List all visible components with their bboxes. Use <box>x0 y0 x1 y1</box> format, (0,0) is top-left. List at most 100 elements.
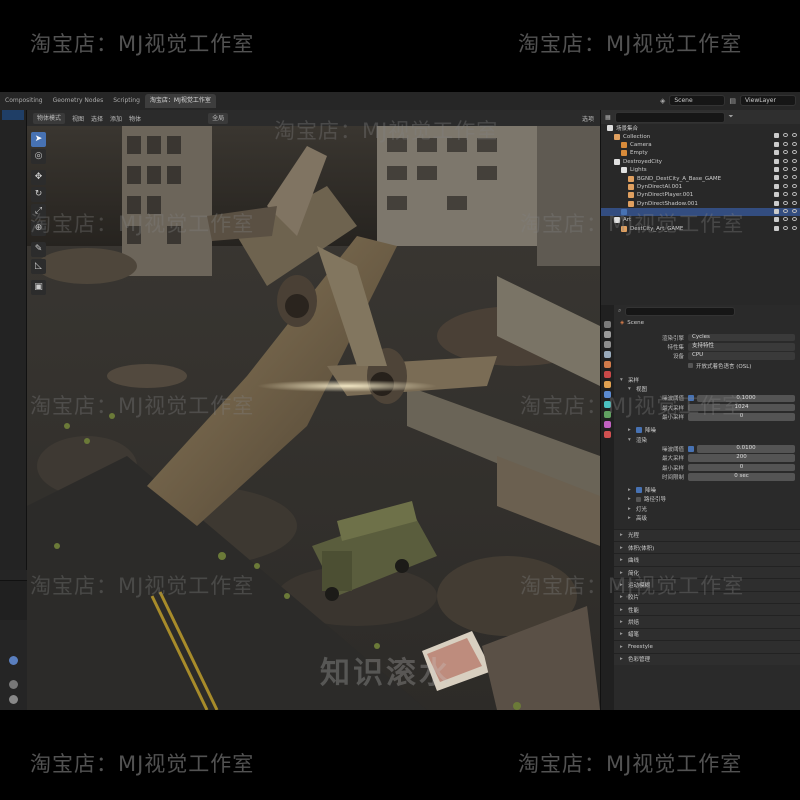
scene-selector[interactable]: Scene <box>669 95 726 106</box>
3d-viewport[interactable]: ➤ ◎ ✥ ↻ ⤢ ⊕ ✎ ◺ ▣ <box>27 126 600 710</box>
camera-icon[interactable] <box>792 183 797 188</box>
tab-compositing[interactable]: Compositing <box>0 94 48 108</box>
output-tab-icon[interactable] <box>604 341 611 348</box>
visibility-toggles[interactable] <box>774 150 797 156</box>
lights-subpanel-header[interactable]: ▸ 灯光 <box>614 504 800 513</box>
device-dropdown[interactable]: CPU <box>688 352 795 360</box>
outliner-row[interactable]: Lights <box>601 166 800 174</box>
properties-section-header[interactable]: ▸ 蜡笔 <box>614 627 800 641</box>
include-checkbox[interactable] <box>774 133 779 139</box>
texture-tab-icon[interactable] <box>604 431 611 438</box>
outliner-row[interactable]: DestCity_Art_GAME <box>601 225 800 233</box>
eye-icon[interactable] <box>783 133 788 138</box>
particles-tab-icon[interactable] <box>604 401 611 408</box>
move-icon[interactable]: ✥ <box>31 170 46 185</box>
scale-icon[interactable]: ⤢ <box>31 204 46 219</box>
render-time-limit-field[interactable]: 0 sec <box>688 473 795 481</box>
feature-set-dropdown[interactable]: 支持特性 <box>688 343 795 351</box>
menu-object[interactable]: 物体 <box>129 114 141 123</box>
include-checkbox[interactable] <box>774 217 779 223</box>
camera-icon[interactable] <box>792 158 797 163</box>
eye-icon[interactable] <box>783 175 788 180</box>
properties-section-header[interactable]: ▸ 色彩管理 <box>614 652 800 665</box>
zoom-icon[interactable] <box>9 680 18 689</box>
viewport-min-samples-field[interactable]: 0 <box>688 413 795 421</box>
outliner-search[interactable] <box>614 111 725 123</box>
eye-icon[interactable] <box>783 200 788 205</box>
camera-icon[interactable] <box>792 141 797 146</box>
render-noise-threshold-field[interactable]: 0.0100 <box>697 445 795 453</box>
properties-section-header[interactable]: ▸ 简化 <box>614 565 800 579</box>
camera-icon[interactable] <box>792 200 797 205</box>
outliner-scene-collection[interactable]: 场景集合 <box>601 124 800 132</box>
advanced-subpanel-header[interactable]: ▸ 高级 <box>614 513 800 522</box>
hand-icon[interactable] <box>9 695 18 704</box>
render-min-samples-field[interactable]: 0 <box>688 463 795 472</box>
editor-type-icon[interactable] <box>2 110 24 120</box>
eye-icon[interactable] <box>783 158 788 163</box>
camera-icon[interactable] <box>792 217 797 222</box>
properties-section-header[interactable]: ▸ 胶片 <box>614 590 800 603</box>
include-checkbox[interactable] <box>774 158 779 164</box>
properties-section-header[interactable]: ▸ 光程 <box>614 528 800 542</box>
visibility-toggles[interactable] <box>774 208 797 214</box>
render-noise-threshold-checkbox[interactable] <box>688 445 694 452</box>
visibility-toggles[interactable] <box>774 158 797 164</box>
path-guiding-header[interactable]: ▸ 路径引导 <box>614 495 800 504</box>
eye-icon[interactable] <box>783 183 788 188</box>
camera-icon[interactable] <box>792 225 797 230</box>
outliner-row[interactable]: Art <box>601 216 800 224</box>
rotate-icon[interactable]: ↻ <box>31 187 46 202</box>
outliner-row[interactable]: DynDirectShadow.001 <box>601 200 800 208</box>
camera-icon[interactable] <box>792 133 797 138</box>
menu-select[interactable]: 选择 <box>91 114 103 123</box>
eye-icon[interactable] <box>783 150 788 155</box>
outliner-row[interactable]: DynDirectPlayer.001 <box>601 191 800 199</box>
menu-add[interactable]: 添加 <box>110 114 122 123</box>
measure-icon[interactable]: ◺ <box>31 259 46 274</box>
osl-checkbox[interactable] <box>688 363 693 369</box>
visibility-toggles[interactable] <box>774 217 797 223</box>
camera-icon[interactable] <box>792 208 797 213</box>
outliner-row[interactable]: DestroyedCity <box>601 158 800 166</box>
cursor-icon[interactable]: ◎ <box>31 149 46 164</box>
render-subpanel-header[interactable]: ▾ 渲染 <box>614 435 800 444</box>
eye-icon[interactable] <box>783 141 788 146</box>
include-checkbox[interactable] <box>774 141 779 147</box>
include-checkbox[interactable] <box>774 175 779 181</box>
include-checkbox[interactable] <box>774 225 779 231</box>
tab-scripting[interactable]: Scripting <box>108 94 145 108</box>
render-denoise-header[interactable]: ▸ 降噪 <box>614 485 800 494</box>
scene-tab-icon[interactable] <box>604 361 611 368</box>
eye-icon[interactable] <box>783 225 788 230</box>
properties-section-header[interactable]: ▸ 性能 <box>614 602 800 616</box>
viewlayer-selector[interactable]: ViewLayer <box>740 95 796 106</box>
outliner-row[interactable]: Collection <box>601 132 800 140</box>
outliner-row[interactable]: Empty <box>601 149 800 157</box>
camera-icon[interactable] <box>792 150 797 155</box>
properties-section-header[interactable]: ▸ 体积(体积) <box>614 541 800 554</box>
object-mode-dropdown[interactable]: 物体模式 <box>33 112 66 124</box>
viewport-denoise-header[interactable]: ▸ 降噪 <box>614 426 800 435</box>
camera-icon[interactable] <box>792 192 797 197</box>
include-checkbox[interactable] <box>774 192 779 198</box>
add-cube-icon[interactable]: ▣ <box>31 280 46 295</box>
transform-icon[interactable]: ⊕ <box>31 221 46 236</box>
editor-type-icon[interactable] <box>9 656 18 665</box>
physics-tab-icon[interactable] <box>604 411 611 418</box>
camera-icon[interactable] <box>792 175 797 180</box>
filter-icon[interactable]: ⏷ <box>729 113 734 121</box>
render-tab-icon[interactable] <box>604 331 611 338</box>
include-checkbox[interactable] <box>774 150 779 156</box>
include-checkbox[interactable] <box>774 200 779 206</box>
properties-section-header[interactable]: ▸ 烘焙 <box>614 615 800 628</box>
include-checkbox[interactable] <box>774 166 779 172</box>
visibility-toggles[interactable] <box>774 175 797 181</box>
sampling-panel-header[interactable]: ▾ 采样 <box>614 375 800 384</box>
viewport-noise-threshold-field[interactable]: 0.1000 <box>697 394 795 403</box>
include-checkbox[interactable] <box>774 183 779 189</box>
object-tab-icon[interactable] <box>604 381 611 388</box>
visibility-toggles[interactable] <box>774 225 797 231</box>
viewport-max-samples-field[interactable]: 1024 <box>688 403 795 412</box>
world-tab-icon[interactable] <box>604 371 611 378</box>
